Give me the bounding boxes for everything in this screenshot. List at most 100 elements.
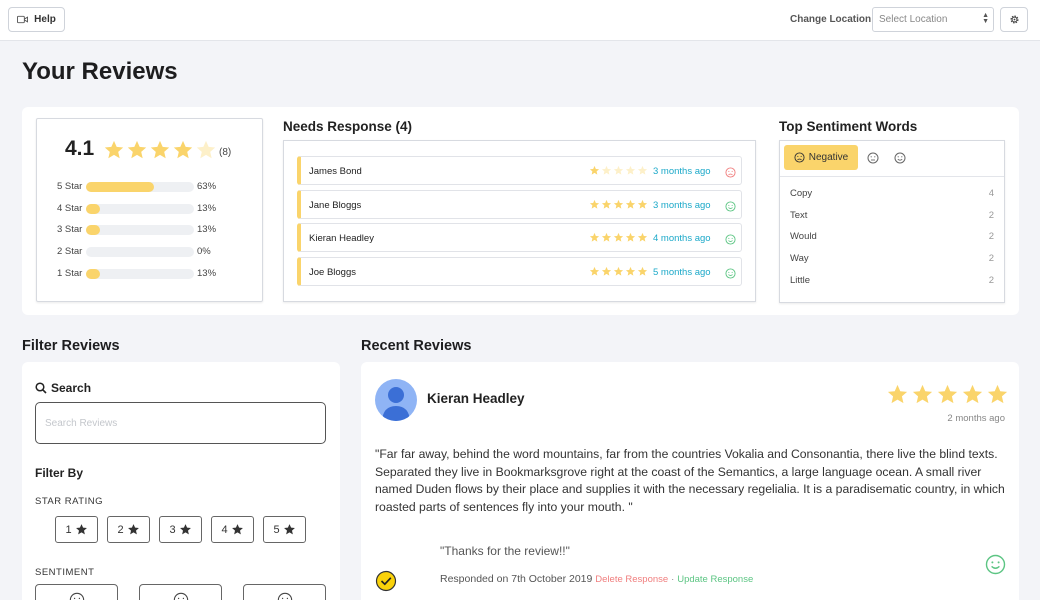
review-age: 5 months ago: [653, 266, 711, 278]
needs-response-item[interactable]: James Bond 3 months ago: [297, 156, 742, 185]
star-empty-icon: [637, 165, 648, 175]
needs-response-item[interactable]: Jane Bloggs 3 months ago: [297, 189, 742, 219]
sentiment-filter-neutral[interactable]: [139, 584, 222, 600]
review-age: 3 months ago: [653, 166, 711, 177]
star-filled-icon: [987, 384, 1008, 404]
star-filter-4[interactable]: 4: [211, 516, 254, 543]
sentiment-word-row: Would 2: [790, 231, 994, 242]
tab-positive[interactable]: [894, 151, 906, 169]
recent-reviews-title: Recent Reviews: [361, 338, 472, 354]
review-card: Kieran Headley 2 months ago "Far far awa…: [361, 362, 1019, 600]
star-filter-1[interactable]: 1: [55, 516, 98, 543]
reviewer-name: James Bond: [309, 166, 362, 177]
filter-reviews-title: Filter Reviews: [22, 338, 120, 354]
tab-negative[interactable]: Negative: [784, 145, 858, 170]
rating-bar-row: 1 Star 13%: [57, 266, 257, 280]
frown-face-icon: [725, 167, 736, 178]
item-stars: [589, 232, 648, 243]
star-filled-icon: [637, 233, 648, 242]
gear-icon: [1009, 15, 1019, 24]
star-filter-label: 5: [273, 523, 280, 536]
rating-bar-label: 4 Star: [57, 202, 83, 214]
help-button[interactable]: Help: [8, 7, 65, 32]
star-filled-icon: [962, 384, 983, 404]
smile-face-icon: [725, 201, 736, 212]
sentiment-indicator: [725, 232, 736, 250]
needs-response-item[interactable]: Kieran Headley 4 months ago: [297, 223, 742, 253]
item-stars: [589, 165, 648, 176]
star-filled-icon: [613, 266, 624, 276]
star-filter-2[interactable]: 2: [107, 516, 150, 543]
reviewer-name: Jane Bloggs: [309, 199, 362, 211]
star-empty-icon: [613, 165, 624, 175]
star-filled-icon: [589, 199, 600, 209]
reviewer-name: Joe Bloggs: [309, 266, 357, 278]
search-input[interactable]: [35, 402, 326, 444]
sentiment-filter-positive[interactable]: [243, 584, 326, 600]
rating-summary: 4.1 (8) 5 Star 63% 4 Star 13% 3 Star 13% 2 Sta…: [36, 118, 263, 302]
smile-face-icon: [894, 152, 906, 164]
video-camera-icon: [17, 15, 29, 24]
update-response-link[interactable]: Update Response: [677, 574, 753, 585]
star-filter-3[interactable]: 3: [159, 516, 202, 543]
rating-bar-label: 1 Star: [57, 267, 83, 279]
review-age: 3 months ago: [653, 199, 711, 211]
rating-bar-percent: 63%: [197, 181, 217, 192]
neutral-face-icon: [173, 592, 188, 600]
sentiment-indicator: [725, 266, 736, 284]
sentiment-label: SENTIMENT: [35, 567, 95, 578]
star-filled-icon: [75, 524, 87, 535]
location-select-value: Select Location: [879, 14, 948, 25]
delete-response-link[interactable]: Delete Response: [595, 574, 668, 585]
rating-bar-percent: 13%: [197, 202, 217, 214]
sentiment-word: Way: [790, 253, 809, 265]
sentiment-word-count: 2: [988, 274, 994, 286]
link-separator: ·: [671, 574, 675, 585]
star-empty-icon: [625, 165, 636, 175]
sentiment-words-title: Top Sentiment Words: [779, 119, 918, 134]
frown-face-icon: [69, 592, 84, 600]
rating-bar-label: 3 Star: [57, 224, 83, 236]
review-stars: [886, 383, 1009, 406]
item-stars: [589, 266, 648, 277]
star-filter-label: 1: [65, 523, 72, 536]
sentiment-word-count: 4: [988, 188, 994, 199]
rating-bar-track: [86, 247, 194, 258]
neutral-face-icon: [867, 152, 879, 164]
average-stars: [103, 139, 217, 161]
select-arrows-icon: ▲ ▼: [982, 12, 989, 25]
rating-bar-track: [86, 182, 194, 192]
review-age: 4 months ago: [653, 233, 711, 245]
location-select[interactable]: Select Location ▲ ▼: [872, 7, 994, 32]
sentiment-word-row: Copy 4: [790, 188, 994, 199]
review-date: 2 months ago: [947, 413, 1005, 424]
star-filled-icon: [637, 199, 648, 209]
rating-bar-fill: [86, 203, 101, 214]
help-label: Help: [34, 14, 56, 25]
star-filled-icon: [173, 140, 193, 159]
rating-bar-row: 5 Star 63%: [57, 179, 257, 193]
sentiment-word-count: 2: [988, 209, 994, 221]
tab-neutral[interactable]: [867, 151, 879, 169]
sentiment-word: Little: [790, 274, 811, 286]
rating-bar-row: 2 Star 0%: [57, 244, 257, 258]
sentiment-filter-negative[interactable]: [35, 584, 118, 600]
rating-bar-track: [86, 268, 194, 279]
star-filled-icon: [613, 199, 624, 209]
star-rating-label: STAR RATING: [35, 496, 103, 507]
review-text: "Far far away, behind the word mountains…: [375, 447, 1005, 514]
star-filled-icon: [912, 384, 933, 404]
star-filled-icon: [625, 266, 636, 276]
star-filter-5[interactable]: 5: [263, 516, 306, 543]
star-filled-icon: [150, 140, 170, 159]
needs-response-list: James Bond 3 months ago Jane Bloggs 3 month…: [283, 140, 756, 302]
star-filled-icon: [231, 524, 243, 535]
star-filled-icon: [613, 233, 624, 242]
star-filled-icon: [637, 266, 648, 276]
star-filled-icon: [179, 524, 191, 535]
star-filled-icon: [589, 165, 600, 175]
needs-response-item[interactable]: Joe Bloggs 5 months ago: [297, 256, 742, 286]
search-heading: Search: [35, 381, 91, 395]
needs-response-title: Needs Response (4): [283, 119, 413, 134]
settings-button[interactable]: [1000, 7, 1028, 32]
